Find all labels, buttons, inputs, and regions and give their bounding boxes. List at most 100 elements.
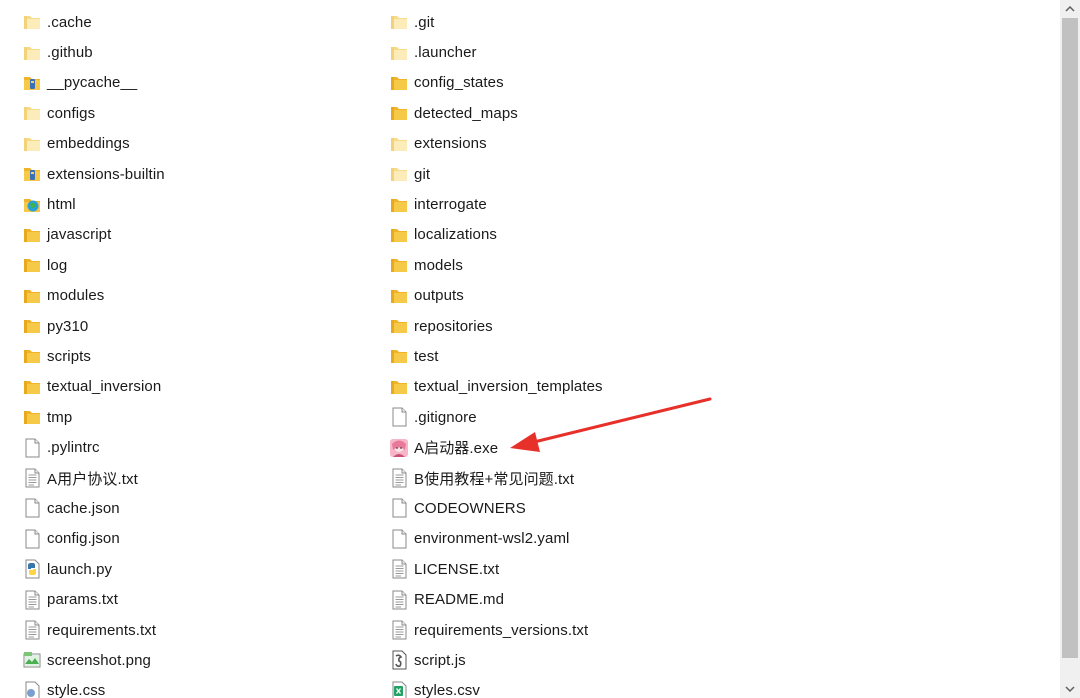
python-file-icon — [22, 559, 42, 579]
folder-icon — [22, 346, 42, 366]
file-name: models — [414, 256, 463, 274]
file-item[interactable]: log — [22, 250, 352, 280]
file-name: .github — [47, 44, 93, 62]
file-name: README.md — [414, 591, 505, 609]
file-name: scripts — [47, 347, 92, 365]
file-name: A启动器.exe — [414, 440, 499, 458]
file-item[interactable]: A启动器.exe — [389, 432, 719, 462]
file-item[interactable]: extensions-builtin — [22, 159, 352, 189]
file-name: params.txt — [47, 591, 119, 609]
file-item[interactable]: models — [389, 250, 719, 280]
file-item[interactable]: A用户协议.txt — [22, 463, 352, 493]
file-name: styles.csv — [414, 682, 481, 698]
file-name: py310 — [47, 317, 89, 335]
scroll-up-icon[interactable] — [1060, 0, 1080, 18]
file-name: __pycache__ — [47, 74, 138, 92]
folder-icon — [389, 316, 409, 336]
file-name: repositories — [414, 317, 493, 335]
file-blank-icon — [22, 498, 42, 518]
file-blank-icon — [389, 498, 409, 518]
file-name: requirements_versions.txt — [414, 621, 589, 639]
folder-light-icon — [389, 12, 409, 32]
file-name: localizations — [414, 226, 498, 244]
file-item[interactable]: .gitignore — [389, 402, 719, 432]
file-item[interactable]: javascript — [22, 220, 352, 250]
file-item[interactable]: params.txt — [22, 584, 352, 614]
file-item[interactable]: modules — [22, 281, 352, 311]
file-item[interactable]: configs — [22, 98, 352, 128]
file-item[interactable]: .launcher — [389, 37, 719, 67]
file-text-icon — [389, 590, 409, 610]
css-file-icon — [22, 681, 42, 698]
file-item[interactable]: styles.csv — [389, 676, 719, 698]
file-name: extensions-builtin — [47, 165, 165, 183]
folder-icon — [22, 225, 42, 245]
file-name: CODEOWNERS — [414, 499, 526, 517]
file-item[interactable]: tmp — [22, 402, 352, 432]
file-item[interactable]: textual_inversion_templates — [389, 372, 719, 402]
file-item[interactable]: localizations — [389, 220, 719, 250]
file-name: .gitignore — [414, 408, 477, 426]
file-item[interactable]: repositories — [389, 311, 719, 341]
file-name: screenshot.png — [47, 651, 151, 669]
file-item[interactable]: scripts — [22, 341, 352, 371]
file-item[interactable]: test — [389, 341, 719, 371]
file-name: config.json — [47, 530, 120, 548]
file-name: script.js — [414, 651, 466, 669]
file-item[interactable]: requirements.txt — [22, 615, 352, 645]
file-name: launch.py — [47, 560, 113, 578]
file-explorer-view: .cache .github __pycache__configs embedding… — [0, 0, 1080, 698]
file-item[interactable]: extensions — [389, 129, 719, 159]
file-item[interactable]: screenshot.png — [22, 645, 352, 675]
file-item[interactable]: embeddings — [22, 129, 352, 159]
file-item[interactable]: textual_inversion — [22, 372, 352, 402]
file-name: test — [414, 347, 439, 365]
file-item[interactable]: py310 — [22, 311, 352, 341]
file-item[interactable]: .github — [22, 37, 352, 67]
file-text-icon — [389, 468, 409, 488]
folder-light-icon — [22, 43, 42, 63]
file-item[interactable]: B使用教程+常见问题.txt — [389, 463, 719, 493]
file-item[interactable]: README.md — [389, 584, 719, 614]
vertical-scrollbar[interactable] — [1060, 0, 1080, 698]
file-name: .cache — [47, 13, 92, 31]
file-item[interactable]: outputs — [389, 281, 719, 311]
scrollbar-thumb[interactable] — [1062, 18, 1078, 658]
launcher-exe-icon — [389, 438, 409, 458]
file-item[interactable]: .git — [389, 7, 719, 37]
file-item[interactable]: launch.py — [22, 554, 352, 584]
file-name: style.css — [47, 682, 106, 698]
js-file-icon — [389, 650, 409, 670]
file-item[interactable]: LICENSE.txt — [389, 554, 719, 584]
file-item[interactable]: config_states — [389, 68, 719, 98]
folder-icon — [389, 195, 409, 215]
file-item[interactable]: interrogate — [389, 189, 719, 219]
file-item[interactable]: environment-wsl2.yaml — [389, 524, 719, 554]
file-item[interactable]: detected_maps — [389, 98, 719, 128]
file-item[interactable]: script.js — [389, 645, 719, 675]
file-blank-icon — [389, 407, 409, 427]
file-item[interactable]: config.json — [22, 524, 352, 554]
file-item[interactable]: requirements_versions.txt — [389, 615, 719, 645]
file-item[interactable]: .cache — [22, 7, 352, 37]
file-text-icon — [22, 590, 42, 610]
file-item[interactable]: .pylintrc — [22, 432, 352, 462]
file-name: cache.json — [47, 499, 120, 517]
folder-light-icon — [22, 12, 42, 32]
scroll-down-icon[interactable] — [1060, 680, 1080, 698]
file-name: outputs — [414, 287, 464, 305]
file-name: environment-wsl2.yaml — [414, 530, 570, 548]
file-item[interactable]: __pycache__ — [22, 68, 352, 98]
file-name: git — [414, 165, 431, 183]
file-name: configs — [47, 104, 96, 122]
file-item[interactable]: style.css — [22, 676, 352, 698]
file-name: interrogate — [414, 196, 487, 214]
file-item[interactable]: cache.json — [22, 493, 352, 523]
folder-icon — [22, 255, 42, 275]
file-item[interactable]: html — [22, 189, 352, 219]
file-name: .git — [414, 13, 435, 31]
file-list-left-column: .cache .github __pycache__configs embedding… — [22, 7, 352, 698]
file-item[interactable]: git — [389, 159, 719, 189]
file-name: textual_inversion — [47, 378, 162, 396]
file-item[interactable]: CODEOWNERS — [389, 493, 719, 523]
